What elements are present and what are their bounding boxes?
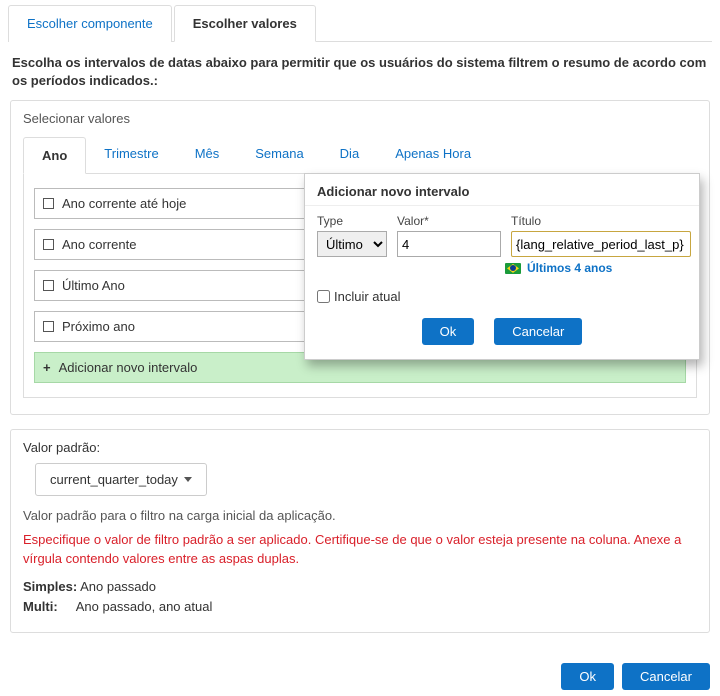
period-tabs: Ano Trimestre Mês Semana Dia Apenas Hora: [23, 136, 697, 174]
titulo-label: Título: [511, 214, 691, 228]
valor-label: Valor*: [397, 214, 501, 228]
default-value-text: current_quarter_today: [50, 472, 178, 487]
checkbox-icon[interactable]: [43, 198, 54, 209]
brazil-flag-icon: [505, 263, 521, 274]
value-item-label: Ano corrente: [62, 237, 136, 252]
include-current-label: Incluir atual: [334, 289, 400, 304]
popover-cancel-button[interactable]: Cancelar: [494, 318, 582, 345]
preview-text: Últimos 4 anos: [527, 261, 612, 275]
default-value-dropdown[interactable]: current_quarter_today: [35, 463, 207, 496]
type-select[interactable]: Último: [317, 231, 387, 257]
tab-week[interactable]: Semana: [237, 136, 321, 173]
example-multi: Multi: Ano passado, ano atual: [23, 597, 697, 617]
select-values-title: Selecionar valores: [23, 111, 697, 126]
tab-choose-values[interactable]: Escolher valores: [174, 5, 316, 42]
default-value-warning: Especifique o valor de filtro padrão a s…: [23, 531, 697, 569]
chevron-down-icon: [184, 477, 192, 482]
value-item-label: Último Ano: [62, 278, 125, 293]
top-tabs: Escolher componente Escolher valores: [8, 4, 712, 42]
type-label: Type: [317, 214, 387, 228]
popover-ok-button[interactable]: Ok: [422, 318, 475, 345]
tab-month[interactable]: Mês: [177, 136, 238, 173]
tab-year[interactable]: Ano: [23, 137, 86, 174]
add-interval-popover: Adicionar novo intervalo Type Último Val…: [304, 173, 700, 360]
popover-title: Adicionar novo intervalo: [305, 174, 699, 206]
checkbox-icon[interactable]: [43, 321, 54, 332]
dialog-footer: Ok Cancelar: [0, 659, 720, 696]
default-value-label: Valor padrão:: [23, 440, 697, 455]
select-values-panel: Selecionar valores Ano Trimestre Mês Sem…: [10, 100, 710, 415]
titulo-input[interactable]: [511, 231, 691, 257]
example-simple: Simples: Ano passado: [23, 577, 697, 597]
plus-icon: +: [43, 360, 51, 375]
default-value-hint: Valor padrão para o filtro na carga inic…: [23, 508, 697, 523]
period-content: Ano corrente até hoje Ano corrente Últim…: [23, 174, 697, 398]
checkbox-icon[interactable]: [43, 239, 54, 250]
include-current-checkbox[interactable]: [317, 290, 330, 303]
tab-hour-only[interactable]: Apenas Hora: [377, 136, 489, 173]
default-value-panel: Valor padrão: current_quarter_today Valo…: [10, 429, 710, 633]
checkbox-icon[interactable]: [43, 280, 54, 291]
valor-input[interactable]: [397, 231, 501, 257]
value-item-label: Próximo ano: [62, 319, 135, 334]
ok-button[interactable]: Ok: [561, 663, 614, 690]
tab-quarter[interactable]: Trimestre: [86, 136, 176, 173]
tab-choose-component[interactable]: Escolher componente: [8, 5, 172, 42]
page-description: Escolha os intervalos de datas abaixo pa…: [12, 54, 708, 90]
add-new-label: Adicionar novo intervalo: [59, 360, 198, 375]
locale-preview: Últimos 4 anos: [505, 261, 687, 275]
tab-day[interactable]: Dia: [322, 136, 378, 173]
value-item-label: Ano corrente até hoje: [62, 196, 186, 211]
cancel-button[interactable]: Cancelar: [622, 663, 710, 690]
